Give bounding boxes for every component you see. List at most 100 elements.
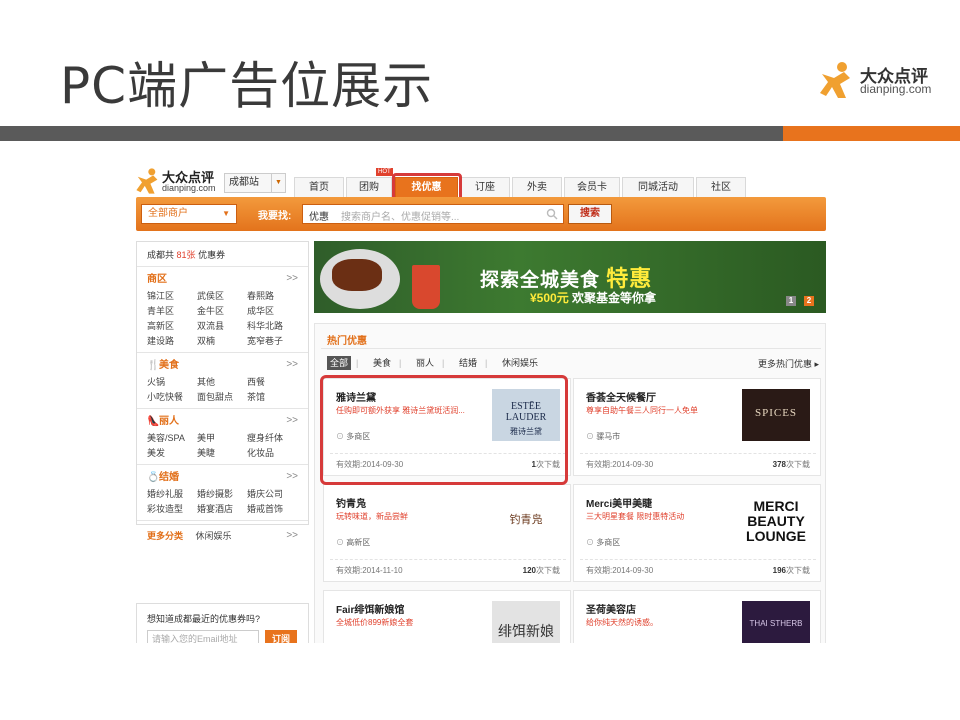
expand-arrow-icon[interactable]: >> (286, 471, 298, 482)
filter-tab-all[interactable]: 全部 (327, 356, 352, 370)
banner-subtext: 欢聚基金等你拿 (572, 291, 657, 305)
tab-community[interactable]: 社区 (696, 177, 746, 197)
filter-tab-beauty[interactable]: 丽人 (416, 356, 434, 370)
banner-page-1[interactable]: 1 (786, 296, 796, 306)
section-header[interactable]: 🍴美食 (147, 359, 308, 375)
tab-takeout[interactable]: 外卖 (512, 177, 562, 197)
deal-name[interactable]: 圣荷美容店 (586, 601, 636, 616)
filter-link[interactable]: 双流县 (197, 319, 247, 333)
deal-name[interactable]: Fair绯饵新娘馆 (336, 601, 404, 616)
search-input[interactable]: 优惠 搜索商户名、优惠促销等... (302, 204, 564, 224)
thai-stherb-logo: THAI STHERB (742, 601, 810, 643)
category-dropdown[interactable]: 全部商户 ▼ (141, 204, 237, 224)
dianping-figure-icon (820, 62, 850, 98)
city-selector[interactable]: 成都站 ▼ (224, 173, 286, 193)
filter-tab-wedding[interactable]: 结婚 (459, 356, 477, 370)
filter-tab-leisure[interactable]: 休闲娱乐 (502, 356, 538, 370)
filter-link[interactable]: 青羊区 (147, 304, 197, 318)
juice-glass-image (412, 265, 440, 309)
expand-arrow-icon[interactable]: >> (286, 530, 298, 541)
dianping-figure-icon (136, 168, 158, 194)
tab-reserve[interactable]: 订座 (460, 177, 510, 197)
expand-arrow-icon[interactable]: >> (286, 415, 298, 426)
filter-link[interactable]: 茶馆 (247, 390, 307, 404)
deal-name[interactable]: 钓青凫 (336, 495, 366, 510)
deal-card-merci[interactable]: Merci美甲美睫 三大明星套餐 限时惠特活动 ⊙ 多商区 有效期:2014-0… (573, 484, 821, 582)
filter-link[interactable]: 金牛区 (197, 304, 247, 318)
filter-link[interactable]: 婚戒首饰 (247, 502, 307, 516)
filter-link[interactable]: 化妆品 (247, 446, 307, 460)
divider (580, 453, 816, 454)
filter-link[interactable]: 美发 (147, 446, 197, 460)
slide-logo-en: dianping.com (860, 82, 932, 96)
filter-link[interactable]: 彩妆造型 (147, 502, 197, 516)
filter-link[interactable]: 春熙路 (247, 289, 307, 303)
hot-badge: HOT (376, 168, 393, 176)
title-divider-gray (0, 126, 783, 141)
deal-card-fair-bridal[interactable]: Fair绯饵新娘馆 全城低价899新娘全套 绯饵新娘馆 (323, 590, 571, 643)
section-title[interactable]: 商区 (147, 273, 308, 289)
filter-link[interactable]: 美甲 (197, 431, 247, 445)
deal-card-xianghui[interactable]: 香荟全天候餐厅 尊享自助午餐三人同行一人免单 ⊙ 骡马市 有效期:2014-09… (573, 378, 821, 476)
filter-link[interactable]: 成华区 (247, 304, 307, 318)
more-categories-link[interactable]: 更多分类 (147, 531, 183, 541)
divider: | (356, 358, 359, 368)
email-field[interactable]: 请输入您的Email地址 (147, 630, 259, 643)
search-button[interactable]: 搜索 (568, 204, 612, 224)
filter-link[interactable]: 婚纱摄影 (197, 487, 247, 501)
divider: | (399, 358, 402, 368)
deal-card-shenghe[interactable]: 圣荷美容店 给你纯天然的诱惑。 THAI STHERB (573, 590, 821, 643)
deal-name[interactable]: 香荟全天候餐厅 (586, 389, 656, 404)
section-header[interactable]: 💍结婚 (147, 471, 308, 487)
filter-link[interactable]: 西餐 (247, 375, 307, 389)
fork-knife-icon: 🍴 (147, 360, 160, 371)
download-count: 378 (772, 460, 786, 469)
section-header[interactable]: 👠丽人 (147, 415, 308, 431)
filter-link[interactable]: 建设路 (147, 334, 197, 348)
section-wedding: 💍结婚 >> 婚纱礼服 婚纱摄影 婚庆公司 彩妆造型 婚宴酒店 婚戒首饰 (137, 465, 308, 521)
filter-link[interactable]: 休闲娱乐 (196, 531, 232, 541)
filter-link[interactable]: 婚宴酒店 (197, 502, 247, 516)
category-value: 全部商户 (148, 208, 188, 219)
filter-link[interactable]: 高新区 (147, 319, 197, 333)
expand-arrow-icon[interactable]: >> (286, 359, 298, 370)
subscribe-button[interactable]: 订阅 (265, 630, 297, 643)
filter-link[interactable]: 武侯区 (197, 289, 247, 303)
filter-link[interactable]: 宽窄巷子 (247, 334, 307, 348)
filter-link[interactable]: 锦江区 (147, 289, 197, 303)
chevron-down-icon: ▼ (222, 209, 230, 218)
deal-name[interactable]: Merci美甲美睫 (586, 495, 652, 510)
filter-link[interactable]: 面包甜点 (197, 390, 247, 404)
filter-link[interactable]: 其他 (197, 375, 247, 389)
filter-link[interactable]: 科华北路 (247, 319, 307, 333)
filter-link[interactable]: 美容/SPA (147, 431, 197, 445)
filter-link[interactable]: 双楠 (197, 334, 247, 348)
filter-link[interactable]: 美睫 (197, 446, 247, 460)
tab-membercard[interactable]: 会员卡 (564, 177, 620, 197)
promo-banner[interactable]: 探索全城美食 特惠 ¥500元 欢聚基金等你拿 1 2 (314, 241, 826, 313)
city-label: 成都站 (229, 177, 259, 188)
steak-image (332, 259, 382, 291)
section-title: 结婚 (159, 472, 179, 483)
filter-link[interactable]: 小吃快餐 (147, 390, 197, 404)
filter-link[interactable]: 火锅 (147, 375, 197, 389)
search-type[interactable]: 优惠 (309, 208, 329, 223)
deal-card-diaoqingfu[interactable]: 钓青凫 玩转味道，新品尝鲜 ⊙ 高新区 有效期:2014-11-10 120次下… (323, 484, 571, 582)
download-suffix: 次下载 (786, 566, 810, 575)
deal-downloads: 378次下载 (773, 459, 810, 470)
tab-home[interactable]: 首页 (294, 177, 344, 197)
filter-link[interactable]: 婚纱礼服 (147, 487, 197, 501)
filter-link[interactable]: 婚庆公司 (247, 487, 307, 501)
filter-tab-food[interactable]: 美食 (373, 356, 391, 370)
expand-arrow-icon[interactable]: >> (286, 273, 298, 284)
divider (580, 559, 816, 560)
dianping-page-screenshot: 大众点评 dianping.com 成都站 ▼ 首页 团购 HOT 找优惠 订座… (136, 165, 826, 643)
site-logo[interactable]: 大众点评 dianping.com (136, 167, 222, 195)
tab-groupbuy[interactable]: 团购 (346, 177, 392, 197)
dianping-slide-logo: 大众点评 dianping.com (820, 60, 940, 100)
summary-count: 81张 (176, 250, 196, 260)
more-hot-deals-link[interactable]: 更多热门优惠 ▸ (758, 357, 819, 370)
tab-local-events[interactable]: 同城活动 (622, 177, 694, 197)
banner-page-2[interactable]: 2 (804, 296, 814, 306)
filter-link[interactable]: 瘦身纤体 (247, 431, 307, 445)
